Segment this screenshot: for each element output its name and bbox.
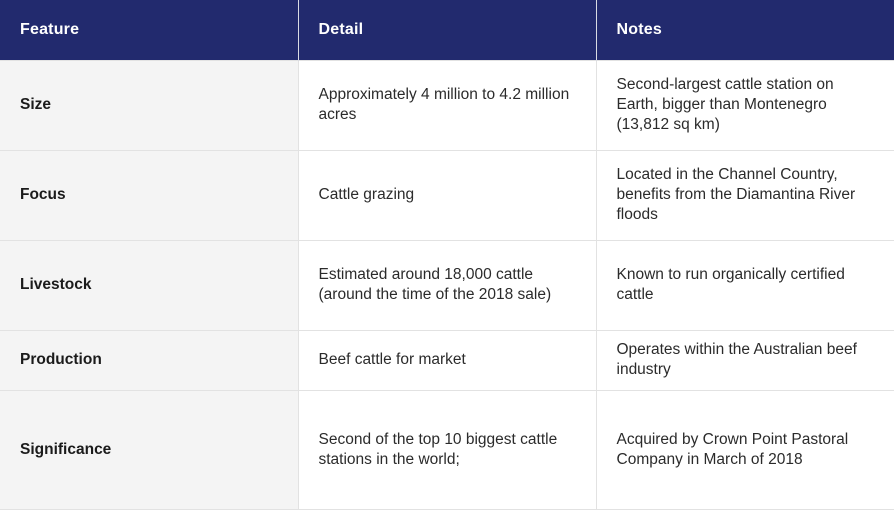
header-detail: Detail [298,0,597,60]
table-header: Feature Detail Notes [0,0,894,60]
table-row: Focus Cattle grazing Located in the Chan… [0,149,894,240]
detail-cell: Approximately 4 million to 4.2 million a… [298,59,597,150]
feature-cell: Production [0,329,299,390]
notes-cell: Located in the Channel Country, benefits… [596,149,894,240]
table-row: Significance Second of the top 10 bigges… [0,389,894,510]
notes-cell: Acquired by Crown Point Pastoral Company… [596,389,894,510]
detail-cell: Beef cattle for market [298,329,597,390]
detail-cell: Second of the top 10 biggest cattle stat… [298,389,597,510]
feature-cell: Livestock [0,239,299,330]
table-row: Livestock Estimated around 18,000 cattle… [0,239,894,330]
header-row: Feature Detail Notes [0,0,894,60]
detail-cell: Cattle grazing [298,149,597,240]
notes-cell: Second-largest cattle station on Earth, … [596,59,894,150]
feature-cell: Size [0,59,299,150]
detail-cell: Estimated around 18,000 cattle (around t… [298,239,597,330]
feature-table: Feature Detail Notes Size Approximately … [0,0,894,510]
header-notes: Notes [596,0,894,60]
table-row: Production Beef cattle for market Operat… [0,329,894,390]
header-feature: Feature [0,0,299,60]
feature-cell: Focus [0,149,299,240]
table-body: Size Approximately 4 million to 4.2 mill… [0,59,894,510]
notes-cell: Known to run organically certified cattl… [596,239,894,330]
notes-cell: Operates within the Australian beef indu… [596,329,894,390]
table-row: Size Approximately 4 million to 4.2 mill… [0,59,894,150]
feature-cell: Significance [0,389,299,510]
